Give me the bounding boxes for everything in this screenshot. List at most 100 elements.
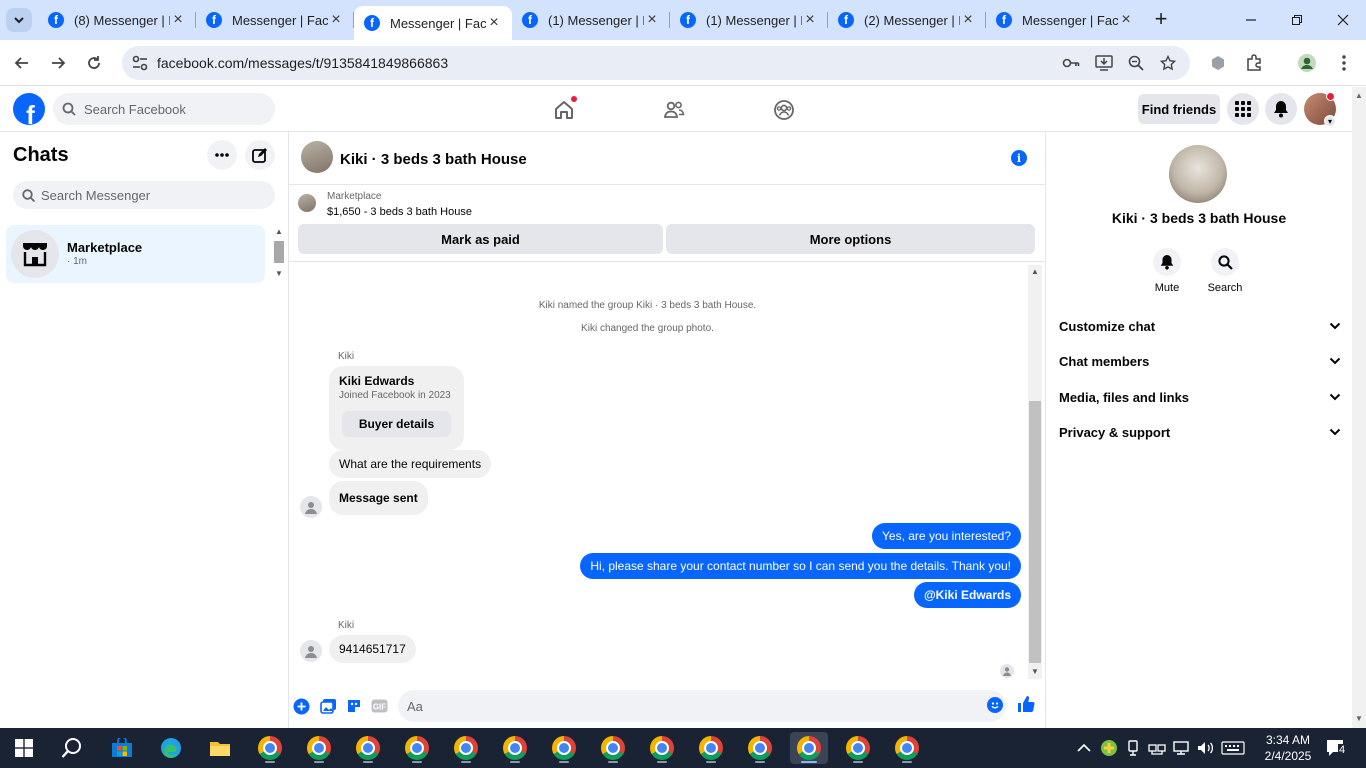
chrome-taskbar-icon[interactable] — [888, 732, 926, 764]
network-icon[interactable] — [1172, 728, 1190, 768]
conversation-title[interactable]: Kiki · 3 beds 3 bath House — [340, 151, 527, 168]
chrome-taskbar-icon[interactable] — [692, 732, 730, 764]
file-explorer-icon[interactable] — [201, 732, 239, 764]
chrome-taskbar-icon[interactable] — [447, 732, 485, 764]
chrome-taskbar-icon[interactable] — [349, 732, 387, 764]
mute-button[interactable]: Mute — [1142, 248, 1192, 294]
sticker-icon[interactable] — [345, 697, 363, 715]
forward-button[interactable] — [44, 49, 72, 77]
chrome-taskbar-icon[interactable] — [643, 732, 681, 764]
groups-nav-button[interactable] — [770, 96, 798, 124]
tray-network-share-icon[interactable] — [1148, 728, 1166, 768]
tray-app-icon[interactable] — [1100, 728, 1118, 768]
taskbar-search-button[interactable] — [53, 732, 91, 764]
close-icon[interactable]: × — [802, 11, 818, 29]
edge-browser-icon[interactable] — [152, 732, 190, 764]
page-scrollbar[interactable]: ▲ ▼ — [1352, 87, 1366, 728]
scroll-up-arrow-icon[interactable]: ▲ — [1031, 267, 1039, 276]
close-icon[interactable]: × — [960, 11, 976, 29]
close-window-button[interactable] — [1320, 0, 1366, 40]
chrome-taskbar-icon[interactable] — [398, 732, 436, 764]
scroll-down-arrow-icon[interactable]: ▼ — [275, 269, 283, 278]
chrome-taskbar-icon[interactable] — [741, 732, 779, 764]
privacy-support-section[interactable]: Privacy & support — [1059, 421, 1341, 443]
chrome-taskbar-icon[interactable] — [251, 732, 289, 764]
profile-icon[interactable] — [1295, 51, 1319, 75]
chat-list-scrollbar[interactable]: ▲ ▼ — [273, 227, 285, 281]
user-avatar[interactable] — [300, 640, 322, 662]
browser-tab-active[interactable]: f Messenger | Face × — [354, 6, 512, 40]
back-button[interactable] — [8, 49, 36, 77]
site-settings-icon[interactable] — [130, 53, 150, 73]
close-icon[interactable]: × — [644, 11, 660, 29]
chrome-taskbar-icon[interactable] — [839, 732, 877, 764]
notifications-button[interactable] — [1265, 93, 1297, 125]
message-scrollbar[interactable]: ▲ ▼ — [1028, 265, 1042, 679]
home-nav-button[interactable] — [550, 96, 578, 124]
extensions-puzzle-icon[interactable] — [1242, 51, 1266, 75]
emoji-icon[interactable] — [987, 697, 1003, 713]
tab-search-button[interactable] — [6, 8, 32, 32]
mark-as-paid-button[interactable]: Mark as paid — [298, 224, 663, 254]
more-options-button[interactable]: More options — [666, 224, 1035, 254]
start-button[interactable] — [5, 732, 43, 764]
close-icon[interactable]: × — [170, 11, 186, 29]
close-icon[interactable]: × — [486, 14, 502, 32]
password-key-icon[interactable] — [1061, 53, 1081, 73]
facebook-logo-icon[interactable]: f — [13, 93, 45, 125]
browser-menu-icon[interactable] — [1332, 51, 1356, 75]
keyboard-icon[interactable] — [1221, 728, 1245, 768]
bookmark-star-icon[interactable] — [1158, 53, 1178, 73]
chrome-taskbar-icon-active[interactable] — [790, 732, 828, 764]
chrome-taskbar-icon[interactable] — [545, 732, 583, 764]
new-message-button[interactable] — [245, 140, 275, 170]
new-tab-button[interactable]: + — [1150, 8, 1172, 32]
info-icon[interactable]: i — [1011, 150, 1027, 166]
browser-tab[interactable]: f Messenger | Face × — [196, 0, 354, 40]
close-icon[interactable]: × — [1118, 11, 1134, 29]
media-files-links-section[interactable]: Media, files and links — [1059, 386, 1341, 408]
mention-message[interactable]: @Kiki Edwards — [913, 582, 1021, 608]
chrome-taskbar-icon[interactable] — [300, 732, 338, 764]
scroll-up-arrow-icon[interactable]: ▲ — [1355, 91, 1363, 100]
like-thumbs-up-icon[interactable] — [1017, 695, 1035, 713]
friends-nav-button[interactable] — [660, 96, 688, 124]
buyer-details-button[interactable]: Buyer details — [342, 411, 451, 437]
listing-thumbnail[interactable] — [298, 194, 316, 212]
chat-list-item[interactable]: Marketplace · 1m — [6, 225, 265, 283]
browser-tab[interactable]: f (2) Messenger | F × — [828, 0, 986, 40]
install-app-icon[interactable] — [1094, 53, 1114, 73]
reload-button[interactable] — [80, 49, 108, 77]
chrome-taskbar-icon[interactable] — [594, 732, 632, 764]
browser-tab[interactable]: f (1) Messenger | F × — [512, 0, 670, 40]
volume-icon[interactable] — [1196, 728, 1214, 768]
close-icon[interactable]: × — [328, 11, 344, 29]
scroll-up-arrow-icon[interactable]: ▲ — [275, 227, 283, 236]
gif-icon[interactable]: GIF — [370, 697, 388, 715]
minimize-button[interactable] — [1228, 0, 1274, 40]
extension-icon[interactable] — [1206, 51, 1230, 75]
scroll-down-arrow-icon[interactable]: ▼ — [1355, 714, 1363, 723]
restore-button[interactable] — [1274, 0, 1320, 40]
address-bar[interactable]: facebook.com/messages/t/9135841849866863 — [122, 46, 1190, 80]
chat-members-section[interactable]: Chat members — [1059, 350, 1341, 372]
scroll-thumb[interactable] — [274, 241, 284, 263]
search-conversation-button[interactable]: Search — [1200, 248, 1250, 294]
attach-photo-icon[interactable] — [319, 697, 337, 715]
chat-options-button[interactable] — [207, 140, 237, 170]
message-input[interactable]: Aa — [398, 690, 1006, 722]
scroll-thumb[interactable] — [1029, 401, 1041, 663]
menu-button[interactable] — [1227, 93, 1259, 125]
user-avatar[interactable] — [300, 496, 322, 518]
more-actions-plus-icon[interactable] — [292, 697, 310, 715]
system-clock[interactable]: 3:34 AM 2/4/2025 — [1258, 732, 1318, 764]
chrome-taskbar-icon[interactable] — [496, 732, 534, 764]
group-photo[interactable] — [301, 141, 333, 173]
chevron-down-icon[interactable]: ▾ — [1324, 115, 1336, 127]
browser-tab[interactable]: f Messenger | Face × — [986, 0, 1144, 40]
facebook-search-input[interactable]: Search Facebook — [53, 93, 275, 125]
notification-center-button[interactable]: 4 — [1325, 738, 1347, 758]
find-friends-button[interactable]: Find friends — [1138, 94, 1220, 124]
listing-price[interactable]: $1,650 - 3 beds 3 bath House — [327, 206, 472, 218]
browser-tab[interactable]: f (1) Messenger | F × — [670, 0, 828, 40]
